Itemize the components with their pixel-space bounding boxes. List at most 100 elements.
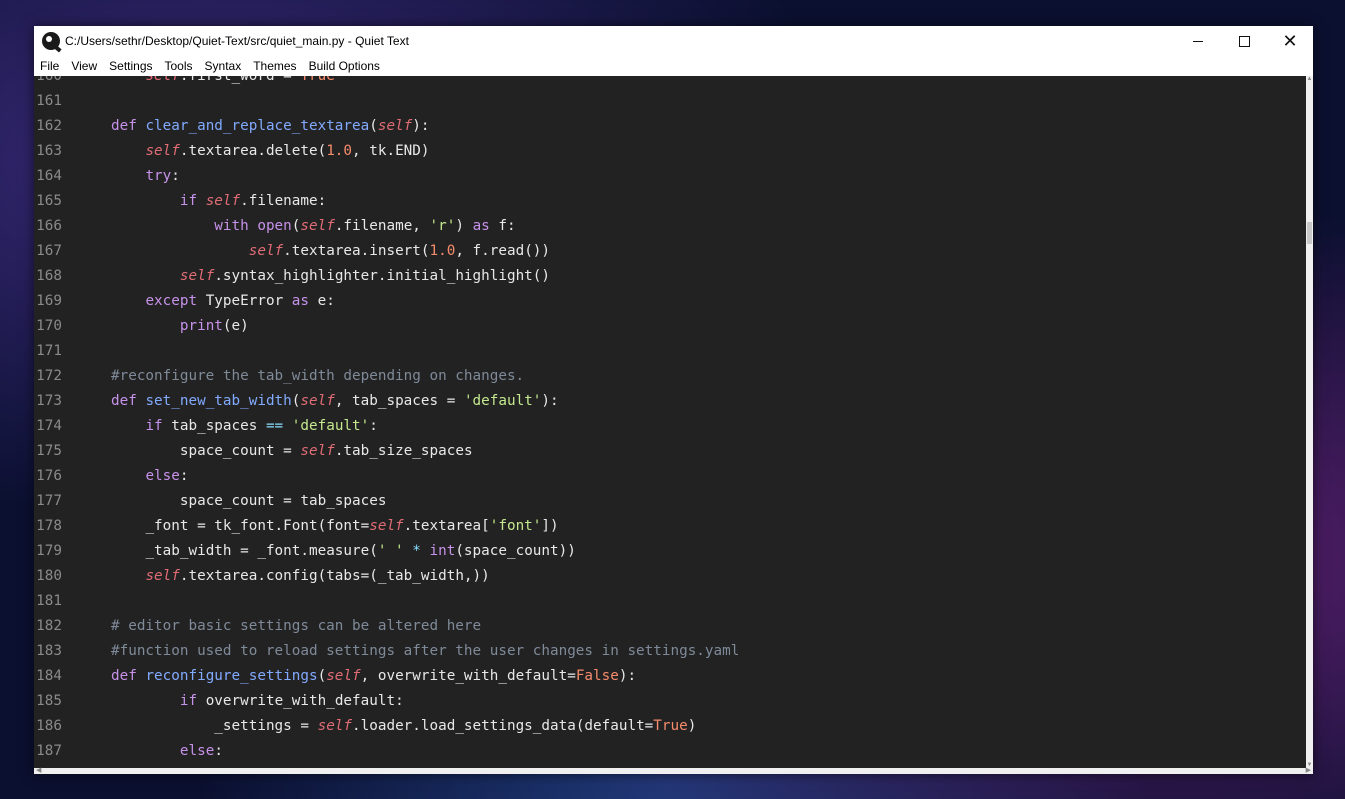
line-number: 185	[36, 693, 62, 709]
code-line: 170 print(e)	[34, 314, 249, 339]
vertical-scrollbar[interactable]: ▲ ▼	[1306, 76, 1313, 768]
line-number: 160	[36, 76, 62, 84]
title-bar[interactable]: C:/Users/sethr/Desktop/Quiet-Text/src/qu…	[34, 26, 1313, 56]
desktop-background	[0, 0, 1345, 26]
line-number: 161	[36, 93, 62, 109]
maximize-button[interactable]	[1221, 26, 1267, 56]
code-token: self	[300, 393, 335, 409]
code-token: (	[369, 118, 378, 134]
code-line: 187 else:	[34, 739, 223, 764]
menu-tools[interactable]: Tools	[159, 56, 199, 76]
code-token: print	[179, 318, 223, 334]
line-number: 181	[36, 593, 62, 609]
code-token: .loader.load_settings_data(default=	[352, 718, 654, 734]
vertical-scroll-thumb[interactable]	[1307, 222, 1312, 244]
menu-themes[interactable]: Themes	[247, 56, 302, 76]
code-line: 168 self.syntax_highlighter.initial_high…	[34, 264, 550, 289]
code-token: ])	[541, 518, 559, 534]
code-token: set_new_tab_width	[145, 393, 292, 409]
code-token: _settings =	[214, 718, 318, 734]
code-token: if	[179, 693, 206, 709]
menu-syntax[interactable]: Syntax	[199, 56, 248, 76]
menu-build-options[interactable]: Build Options	[303, 56, 386, 76]
code-token: clear_and_replace_textarea	[145, 118, 370, 134]
close-icon: ✕	[1282, 30, 1298, 52]
maximize-icon	[1238, 35, 1250, 47]
line-number: 162	[36, 118, 62, 134]
menu-settings[interactable]: Settings	[103, 56, 158, 76]
code-token: reconfigure_settings	[145, 668, 318, 684]
code-token: 'font'	[489, 518, 542, 534]
line-number: 175	[36, 443, 62, 459]
scroll-left-icon[interactable]: ◀	[36, 766, 41, 774]
code-token: .filename:	[240, 193, 327, 209]
code-token: .textarea.config(tabs=(_tab_width,))	[179, 568, 490, 584]
code-token: .first_word =	[179, 76, 301, 84]
code-token: True	[300, 76, 335, 84]
code-editor[interactable]: 160 self.first_word = True 161 162 def clea…	[34, 76, 1306, 768]
menu-file[interactable]: File	[34, 56, 65, 76]
code-line: 178 _font = tk_font.Font(font=self.texta…	[34, 514, 559, 539]
code-token: :	[179, 468, 189, 484]
code-line: 183 #function used to reload settings aft…	[34, 639, 739, 664]
code-line: 174 if tab_spaces == 'default':	[34, 414, 378, 439]
line-number: 177	[36, 493, 62, 509]
line-number: 168	[36, 268, 62, 284]
code-token: (space_count))	[455, 543, 576, 559]
code-token: try	[145, 168, 172, 184]
code-token: overwrite_with_default:	[205, 693, 404, 709]
code-token: .syntax_highlighter.initial_highlight()	[214, 268, 551, 284]
code-token: 1.0	[429, 243, 456, 259]
code-line: 182 # editor basic settings can be altere…	[34, 614, 481, 639]
code-line: 185 if overwrite_with_default:	[34, 689, 404, 714]
code-token: f:	[489, 218, 516, 234]
code-token: else	[145, 468, 180, 484]
horizontal-scrollbar[interactable]: ◀ ▶	[34, 766, 1313, 774]
quiet-text-logo-icon	[42, 32, 60, 50]
code-line: 175 space_count = self.tab_size_spaces	[34, 439, 472, 464]
menu-view[interactable]: View	[65, 56, 103, 76]
code-token: else	[179, 743, 215, 759]
code-token: self	[326, 668, 361, 684]
line-number: 179	[36, 543, 62, 559]
code-token: ' '	[377, 543, 404, 559]
code-line: 177 space_count = tab_spaces	[34, 489, 386, 514]
scroll-up-icon[interactable]: ▲	[1306, 76, 1313, 82]
line-number: 167	[36, 243, 62, 259]
code-token: as	[472, 218, 490, 234]
code-token: self	[300, 218, 335, 234]
code-token: self	[179, 268, 215, 284]
code-token: 1.0	[326, 143, 353, 159]
line-number: 169	[36, 293, 62, 309]
code-token: self	[145, 76, 180, 84]
code-token: True	[653, 718, 688, 734]
code-token: , f.read())	[455, 243, 551, 259]
line-number: 182	[36, 618, 62, 634]
line-number: 171	[36, 343, 62, 359]
close-button[interactable]: ✕	[1267, 26, 1313, 56]
code-token: ):	[618, 668, 637, 684]
line-number: 180	[36, 568, 62, 584]
code-line: 172 #reconfigure the tab_width depending …	[34, 364, 524, 389]
code-token: 'r'	[429, 218, 456, 234]
code-line: 179 _tab_width = _font.measure(' ' * int…	[34, 539, 576, 564]
line-number: 187	[36, 743, 62, 759]
scroll-right-icon[interactable]: ▶	[1306, 766, 1311, 774]
code-line: 161	[34, 89, 111, 114]
line-number: 163	[36, 143, 62, 159]
code-token: self	[369, 518, 404, 534]
code-token: def	[111, 393, 146, 409]
minimize-button[interactable]	[1175, 26, 1221, 56]
code-token: False	[575, 668, 619, 684]
